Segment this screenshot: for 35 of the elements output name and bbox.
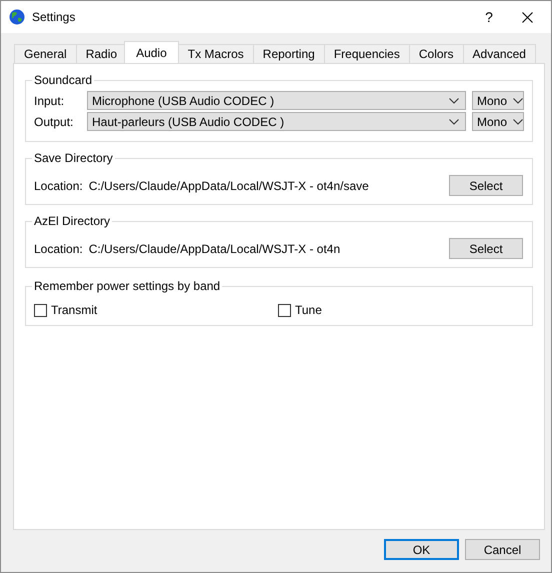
checkbox[interactable] (34, 304, 47, 316)
chevron-down-icon (513, 98, 524, 104)
field-label: Input: (34, 94, 66, 108)
tab[interactable]: General (14, 44, 77, 63)
field-label: Output: (34, 114, 74, 128)
chevron-down-icon (449, 98, 459, 104)
dialog-button[interactable]: Cancel (465, 539, 540, 560)
window-title: Settings (32, 10, 76, 24)
field-label: Location: (34, 242, 83, 256)
device-dropdown[interactable]: Microphone (USB Audio CODEC ) (87, 91, 466, 110)
checkbox-label: Transmit (51, 303, 98, 317)
help-button[interactable]: ? (466, 9, 512, 25)
tab[interactable]: Reporting (252, 44, 325, 63)
group-title: Soundcard (32, 73, 94, 87)
chevron-down-icon (513, 118, 524, 124)
select-button[interactable]: Select (449, 175, 523, 196)
group-title: AzEl Directory (32, 214, 112, 228)
select-button[interactable]: Select (449, 238, 523, 259)
device-dropdown[interactable]: Haut-parleurs (USB Audio CODEC ) (87, 112, 466, 131)
directory-path: C:/Users/Claude/AppData/Local/WSJT-X - ot4n (88, 242, 342, 256)
tab[interactable]: Audio (124, 41, 179, 63)
chevron-down-icon (449, 118, 459, 124)
group-title: Save Directory (32, 151, 115, 165)
directory-path: C:/Users/Claude/AppData/Local/WSJT-X - ot4n/save (88, 178, 370, 192)
channel-dropdown[interactable]: Mono (472, 112, 524, 131)
channel-dropdown[interactable]: Mono (472, 91, 524, 110)
tab[interactable]: Advanced (462, 44, 536, 63)
tab[interactable]: Frequencies (324, 44, 410, 63)
close-icon[interactable] (522, 12, 533, 22)
globe-icon (9, 9, 25, 25)
checkbox[interactable] (278, 304, 291, 316)
field-label: Location: (34, 178, 83, 192)
group-title: Remember power settings by band (32, 279, 222, 293)
checkbox-label: Tune (295, 303, 322, 317)
dialog-button[interactable]: OK (384, 539, 459, 560)
